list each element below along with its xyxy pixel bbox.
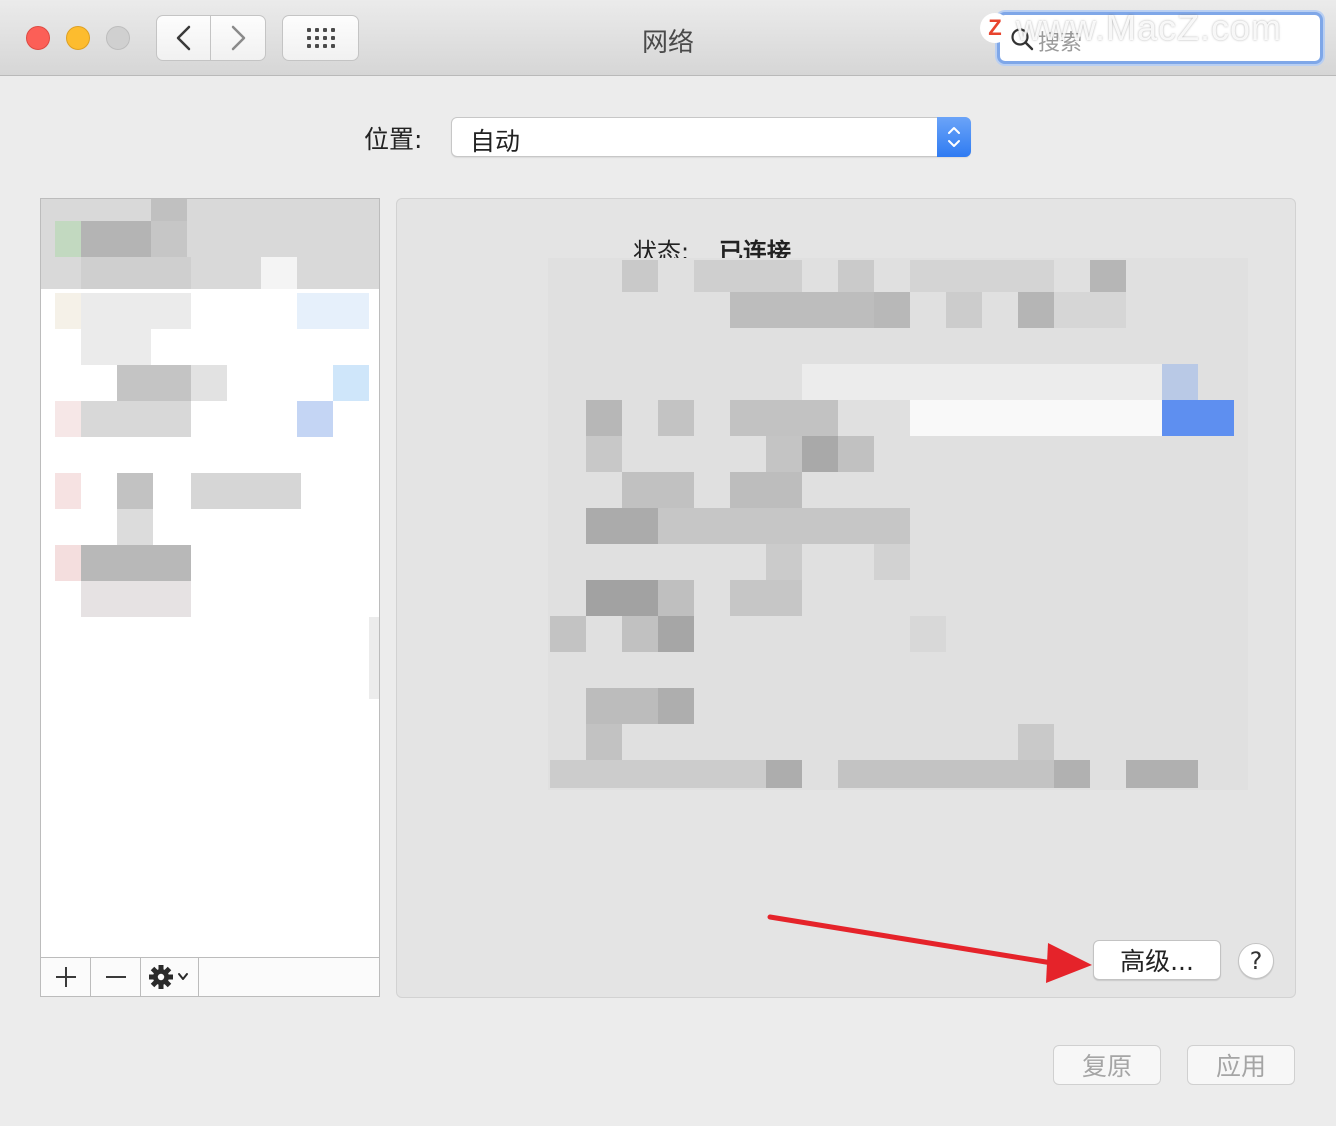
minus-icon bbox=[105, 976, 126, 978]
watermark: Z www.MacZ.com bbox=[980, 7, 1283, 48]
add-service-button[interactable] bbox=[41, 958, 91, 996]
location-label: 位置: bbox=[364, 125, 423, 154]
advanced-button[interactable]: 高级... bbox=[1093, 940, 1221, 980]
revert-button[interactable]: 复原 bbox=[1053, 1045, 1161, 1085]
location-popup[interactable]: 自动 bbox=[451, 117, 971, 157]
gear-icon bbox=[148, 965, 188, 989]
obscured-network-details bbox=[548, 258, 1248, 790]
remove-service-button[interactable] bbox=[91, 958, 141, 996]
plus-icon bbox=[55, 967, 76, 987]
annotation-arrow-icon bbox=[767, 914, 1092, 983]
help-button[interactable]: ? bbox=[1238, 943, 1274, 979]
location-value: 自动 bbox=[470, 127, 521, 156]
chevron-down-icon bbox=[177, 973, 188, 980]
watermark-text: www.MacZ.com bbox=[1016, 7, 1283, 48]
apply-button[interactable]: 应用 bbox=[1187, 1045, 1295, 1085]
action-menu-button[interactable] bbox=[141, 958, 199, 996]
title-bar: 网络 搜索 Z www.MacZ.com bbox=[0, 0, 1336, 76]
updown-chevron-icon bbox=[937, 117, 971, 157]
service-list[interactable] bbox=[40, 198, 380, 958]
service-list-toolbar bbox=[40, 957, 380, 997]
obscured-service-list bbox=[41, 199, 379, 958]
watermark-logo: Z bbox=[980, 13, 1010, 43]
